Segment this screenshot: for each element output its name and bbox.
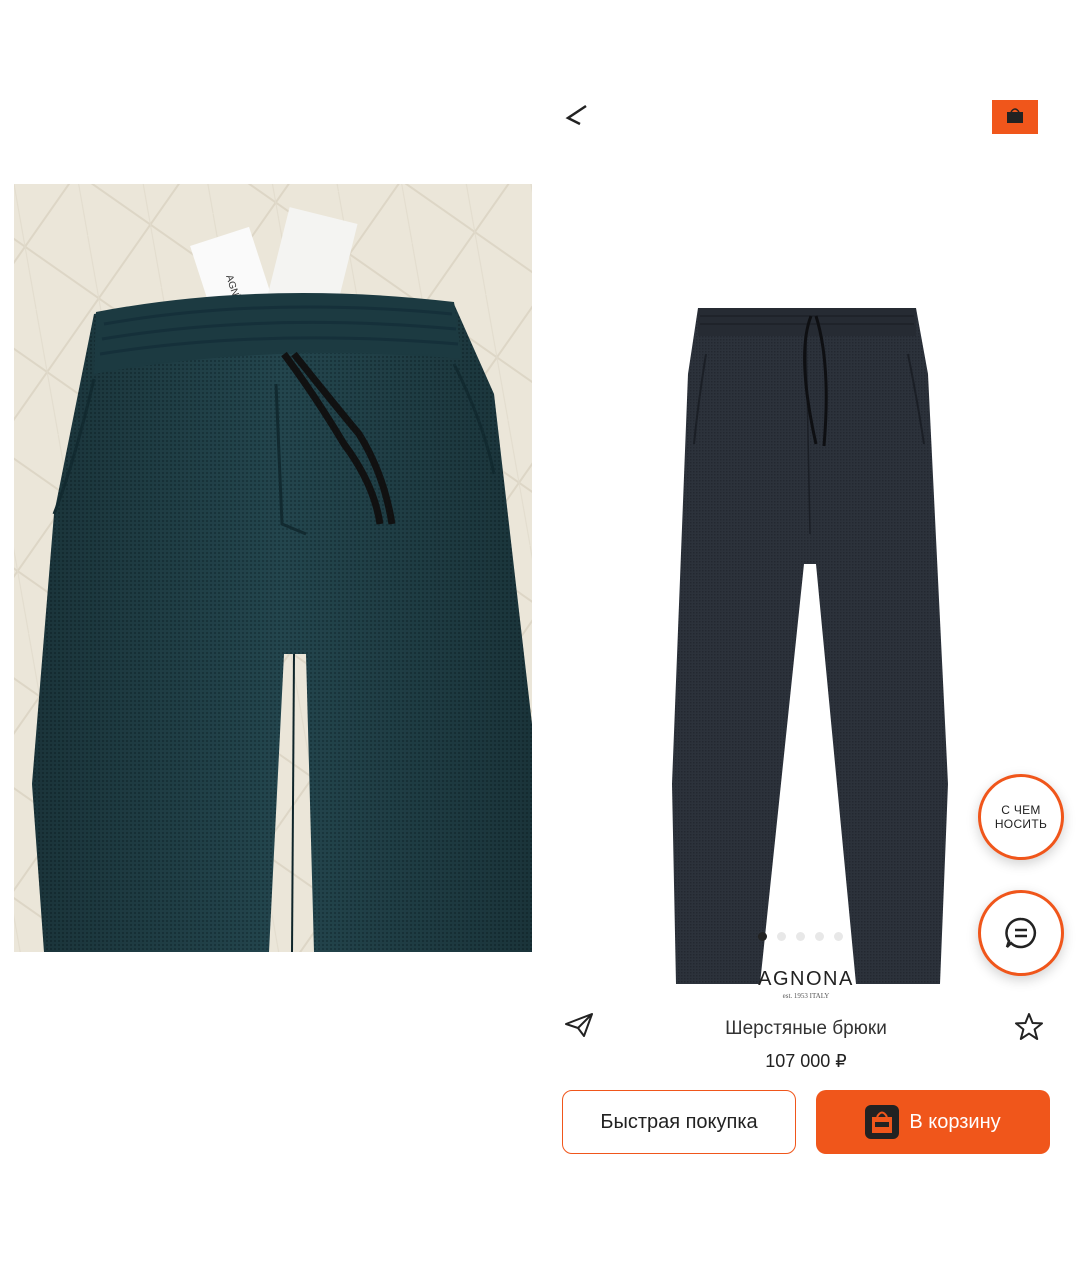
product-title: Шерстяные брюки [725, 1018, 887, 1039]
add-to-cart-label: В корзину [909, 1110, 1001, 1133]
star-icon[interactable] [1014, 1012, 1044, 1042]
pagination-dot[interactable] [834, 932, 843, 941]
quick-buy-button[interactable]: Быстрая покупка [562, 1090, 796, 1154]
brand-name: AGNONA [758, 968, 854, 990]
back-icon[interactable] [560, 100, 590, 130]
chat-icon [1005, 917, 1037, 949]
bag-icon [1007, 108, 1023, 123]
pagination-dot[interactable] [758, 932, 767, 941]
brand-tagline: est. 1953 ITALY [782, 992, 830, 1000]
product-price: 107 000 ₽ [765, 1051, 847, 1071]
pagination-dot[interactable] [796, 932, 805, 941]
user-photo: AGNONA [14, 184, 532, 952]
product-card: С ЧЕМ НОСИТЬ AGNONA est. 1953 ITALY Шерст… [548, 100, 1080, 1180]
pagination-dot[interactable] [777, 932, 786, 941]
product-image[interactable] [666, 204, 956, 994]
pagination-dot[interactable] [815, 932, 824, 941]
cart-icon [865, 1105, 900, 1139]
outfit-button[interactable]: С ЧЕМ НОСИТЬ [978, 774, 1064, 860]
image-pagination [758, 932, 843, 941]
trousers-photo-illustration: AGNONA [14, 184, 532, 952]
bag-badge[interactable] [992, 100, 1038, 134]
outfit-button-label: С ЧЕМ НОСИТЬ [994, 803, 1048, 831]
add-to-cart-button[interactable]: В корзину [816, 1090, 1050, 1154]
brand-logo[interactable]: AGNONA est. 1953 ITALY [548, 968, 1064, 1000]
chat-button[interactable] [978, 890, 1064, 976]
